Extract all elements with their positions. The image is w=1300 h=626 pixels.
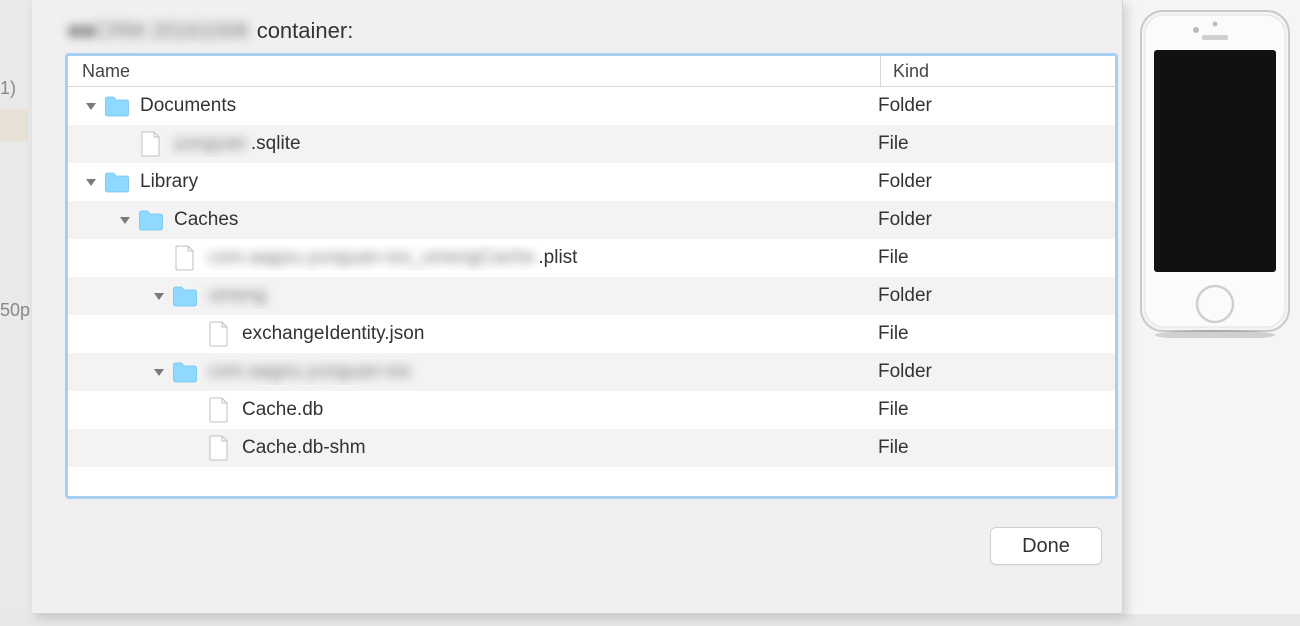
cell-kind: File — [866, 399, 1115, 421]
folder-icon — [104, 93, 130, 119]
file-icon — [138, 131, 164, 157]
folder-icon — [104, 169, 130, 195]
background-left-strip: 1) 50p — [0, 0, 32, 626]
cell-kind: Folder — [866, 285, 1115, 307]
table-row[interactable]: com.aagou.yunguan-ios Folder — [68, 353, 1115, 391]
background-bottom-strip — [0, 614, 1300, 626]
device-preview-phone — [1140, 10, 1290, 338]
cell-name: yunguan.sqlite — [68, 131, 866, 157]
cell-name: Cache.db — [68, 397, 866, 423]
row-label: Caches — [174, 209, 238, 231]
table-row[interactable]: Library Folder — [68, 163, 1115, 201]
column-header-name[interactable]: Name — [68, 56, 881, 86]
cell-name: com.aagou.yunguan-ios_umengCache.plist — [68, 245, 866, 271]
table-row[interactable]: umeng Folder — [68, 277, 1115, 315]
table-row[interactable]: Cache.db File — [68, 391, 1115, 429]
cell-name: com.aagou.yunguan-ios — [68, 359, 866, 385]
dialog-title-blur: ■■CRM 20161006 — [68, 18, 249, 44]
disclosure-triangle-icon[interactable] — [82, 173, 100, 191]
file-icon — [206, 321, 232, 347]
folder-icon — [172, 283, 198, 309]
cell-kind: File — [866, 323, 1115, 345]
folder-icon — [172, 359, 198, 385]
dialog-title: ■■CRM 20161006 container: — [68, 18, 353, 44]
cell-name: Cache.db-shm — [68, 435, 866, 461]
table-header: Name Kind — [68, 56, 1115, 87]
table-row[interactable]: yunguan.sqlite File — [68, 125, 1115, 163]
container-inspector-dialog: ■■CRM 20161006 container: Name Kind Docu… — [32, 0, 1123, 614]
file-icon — [206, 397, 232, 423]
row-label: yunguan.sqlite — [174, 133, 301, 155]
bg-fragment-2: 50p — [0, 300, 32, 321]
row-label-text: Cache.db — [242, 399, 323, 421]
row-label-text: exchangeIdentity.json — [242, 323, 424, 345]
row-label: com.aagou.yunguan-ios_umengCache.plist — [208, 247, 577, 269]
row-label-text: Documents — [140, 95, 236, 117]
bg-fragment-1: 1) — [0, 78, 32, 99]
row-label-text: Cache.db-shm — [242, 437, 366, 459]
row-label: umeng — [208, 285, 266, 307]
row-label-blur: com.aagou.yunguan-ios — [208, 361, 411, 383]
row-label-text: Library — [140, 171, 198, 193]
row-label-text: .plist — [538, 247, 577, 269]
disclosure-triangle-icon[interactable] — [82, 97, 100, 115]
row-label: exchangeIdentity.json — [242, 323, 424, 345]
cell-kind: File — [866, 437, 1115, 459]
row-label-blur: com.aagou.yunguan-ios_umengCache — [208, 247, 534, 269]
cell-kind: Folder — [866, 361, 1115, 383]
cell-kind: Folder — [866, 171, 1115, 193]
row-label-blur: yunguan — [174, 133, 247, 155]
row-label: Cache.db — [242, 399, 323, 421]
file-tree[interactable]: Name Kind Documents Folder yunguan.sqlite… — [65, 53, 1118, 499]
done-button[interactable]: Done — [990, 527, 1102, 565]
row-label-text: Caches — [174, 209, 238, 231]
row-label-blur: umeng — [208, 285, 266, 307]
folder-icon — [138, 207, 164, 233]
cell-kind: File — [866, 133, 1115, 155]
dialog-title-suffix: container: — [257, 18, 354, 44]
cell-kind: File — [866, 247, 1115, 269]
cell-name: Library — [68, 169, 866, 195]
disclosure-triangle-icon[interactable] — [150, 287, 168, 305]
cell-name: Caches — [68, 207, 866, 233]
table-row[interactable]: Cache.db-shm File — [68, 429, 1115, 467]
disclosure-triangle-icon[interactable] — [150, 363, 168, 381]
cell-kind: Folder — [866, 95, 1115, 117]
row-label: Library — [140, 171, 198, 193]
row-label: Cache.db-shm — [242, 437, 366, 459]
cell-name: Documents — [68, 93, 866, 119]
file-icon — [172, 245, 198, 271]
background-highlight — [0, 109, 28, 141]
row-label-text: .sqlite — [251, 133, 301, 155]
row-label: Documents — [140, 95, 236, 117]
column-header-kind[interactable]: Kind — [881, 56, 1115, 86]
cell-name: exchangeIdentity.json — [68, 321, 866, 347]
table-row[interactable]: Caches Folder — [68, 201, 1115, 239]
cell-name: umeng — [68, 283, 866, 309]
table-row[interactable]: exchangeIdentity.json File — [68, 315, 1115, 353]
cell-kind: Folder — [866, 209, 1115, 231]
file-icon — [206, 435, 232, 461]
row-label: com.aagou.yunguan-ios — [208, 361, 411, 383]
disclosure-triangle-icon[interactable] — [116, 211, 134, 229]
table-row[interactable]: com.aagou.yunguan-ios_umengCache.plist Fi… — [68, 239, 1115, 277]
table-row[interactable]: Documents Folder — [68, 87, 1115, 125]
